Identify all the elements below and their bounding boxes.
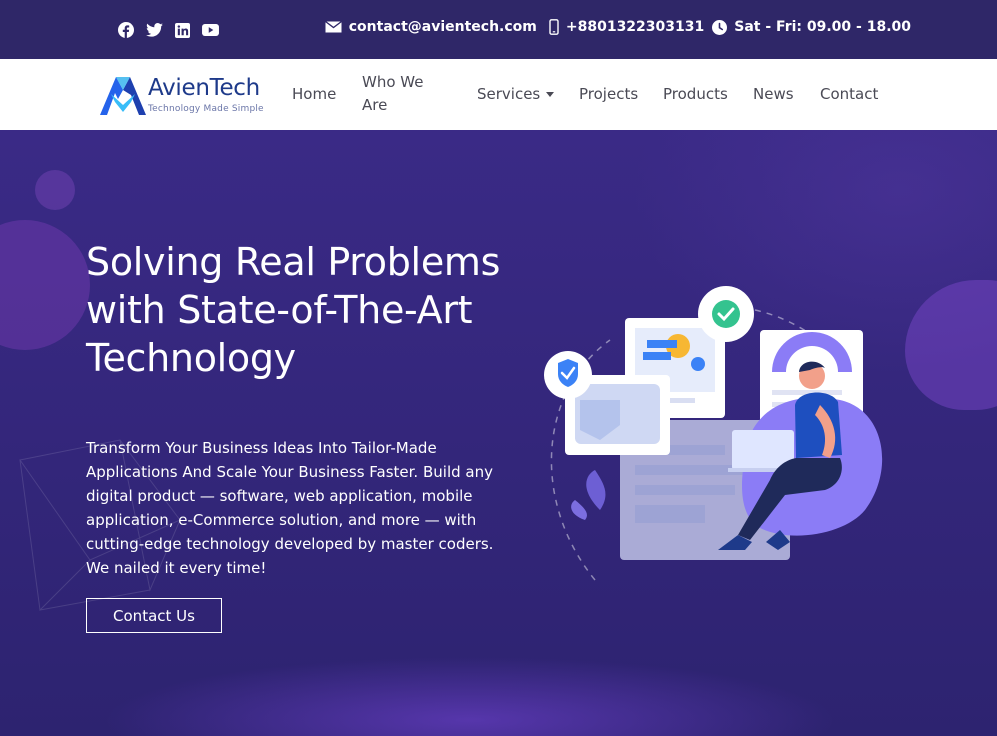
mobile-phone-icon bbox=[549, 19, 559, 35]
hours-text: Sat - Fri: 09.00 - 18.00 bbox=[734, 19, 911, 35]
main-navbar: AvienTech Technology Made Simple Home Wh… bbox=[0, 59, 997, 130]
decor-blob-right bbox=[905, 280, 997, 410]
nav-who-we-are[interactable]: Who We Are bbox=[362, 71, 423, 117]
decor-dot bbox=[35, 170, 75, 210]
email-text: contact@avientech.com bbox=[348, 19, 537, 35]
contact-us-button[interactable]: Contact Us bbox=[86, 598, 222, 633]
nav-who-we-are-line1: Who We bbox=[362, 73, 424, 91]
youtube-icon[interactable] bbox=[201, 21, 219, 39]
facebook-icon[interactable] bbox=[117, 21, 135, 39]
avientech-logo-mark bbox=[100, 77, 146, 115]
hero-illustration bbox=[544, 286, 883, 581]
hero-section: Solving Real Problems with State-of-The-… bbox=[0, 130, 997, 736]
nav-news[interactable]: News bbox=[753, 83, 794, 106]
phone-text: +8801322303131 bbox=[565, 19, 705, 35]
twitter-icon[interactable] bbox=[145, 21, 163, 39]
brand-tagline: Technology Made Simple bbox=[148, 104, 264, 114]
social-links bbox=[117, 21, 219, 39]
nav-contact[interactable]: Contact bbox=[820, 83, 878, 106]
nav-services[interactable]: Services bbox=[477, 83, 555, 106]
nav-products[interactable]: Products bbox=[663, 83, 728, 106]
hero-title: Solving Real Problems with State-of-The-… bbox=[86, 240, 501, 380]
decor-blob-left bbox=[0, 220, 90, 350]
nav-home[interactable]: Home bbox=[292, 83, 336, 106]
email-item[interactable]: contact@avientech.com bbox=[324, 19, 537, 35]
hours-item: Sat - Fri: 09.00 - 18.00 bbox=[712, 19, 911, 35]
nav-projects[interactable]: Projects bbox=[579, 83, 638, 106]
caret-down-icon bbox=[546, 92, 555, 97]
top-bar: contact@avientech.com +8801322303131 Sat… bbox=[0, 0, 997, 59]
phone-item[interactable]: +8801322303131 bbox=[549, 19, 704, 35]
nav-who-we-are-line2: Are bbox=[362, 96, 388, 114]
brand-name: AvienTech bbox=[148, 75, 260, 101]
contact-info: contact@avientech.com +8801322303131 Sat… bbox=[317, 19, 911, 35]
brand-logo[interactable]: AvienTech Technology Made Simple bbox=[98, 72, 270, 118]
envelope-icon bbox=[324, 21, 342, 33]
linkedin-icon[interactable] bbox=[173, 21, 191, 39]
nav-services-label: Services bbox=[477, 85, 541, 103]
hero-description: Transform Your Business Ideas Into Tailo… bbox=[86, 439, 494, 577]
clock-icon bbox=[712, 19, 728, 35]
